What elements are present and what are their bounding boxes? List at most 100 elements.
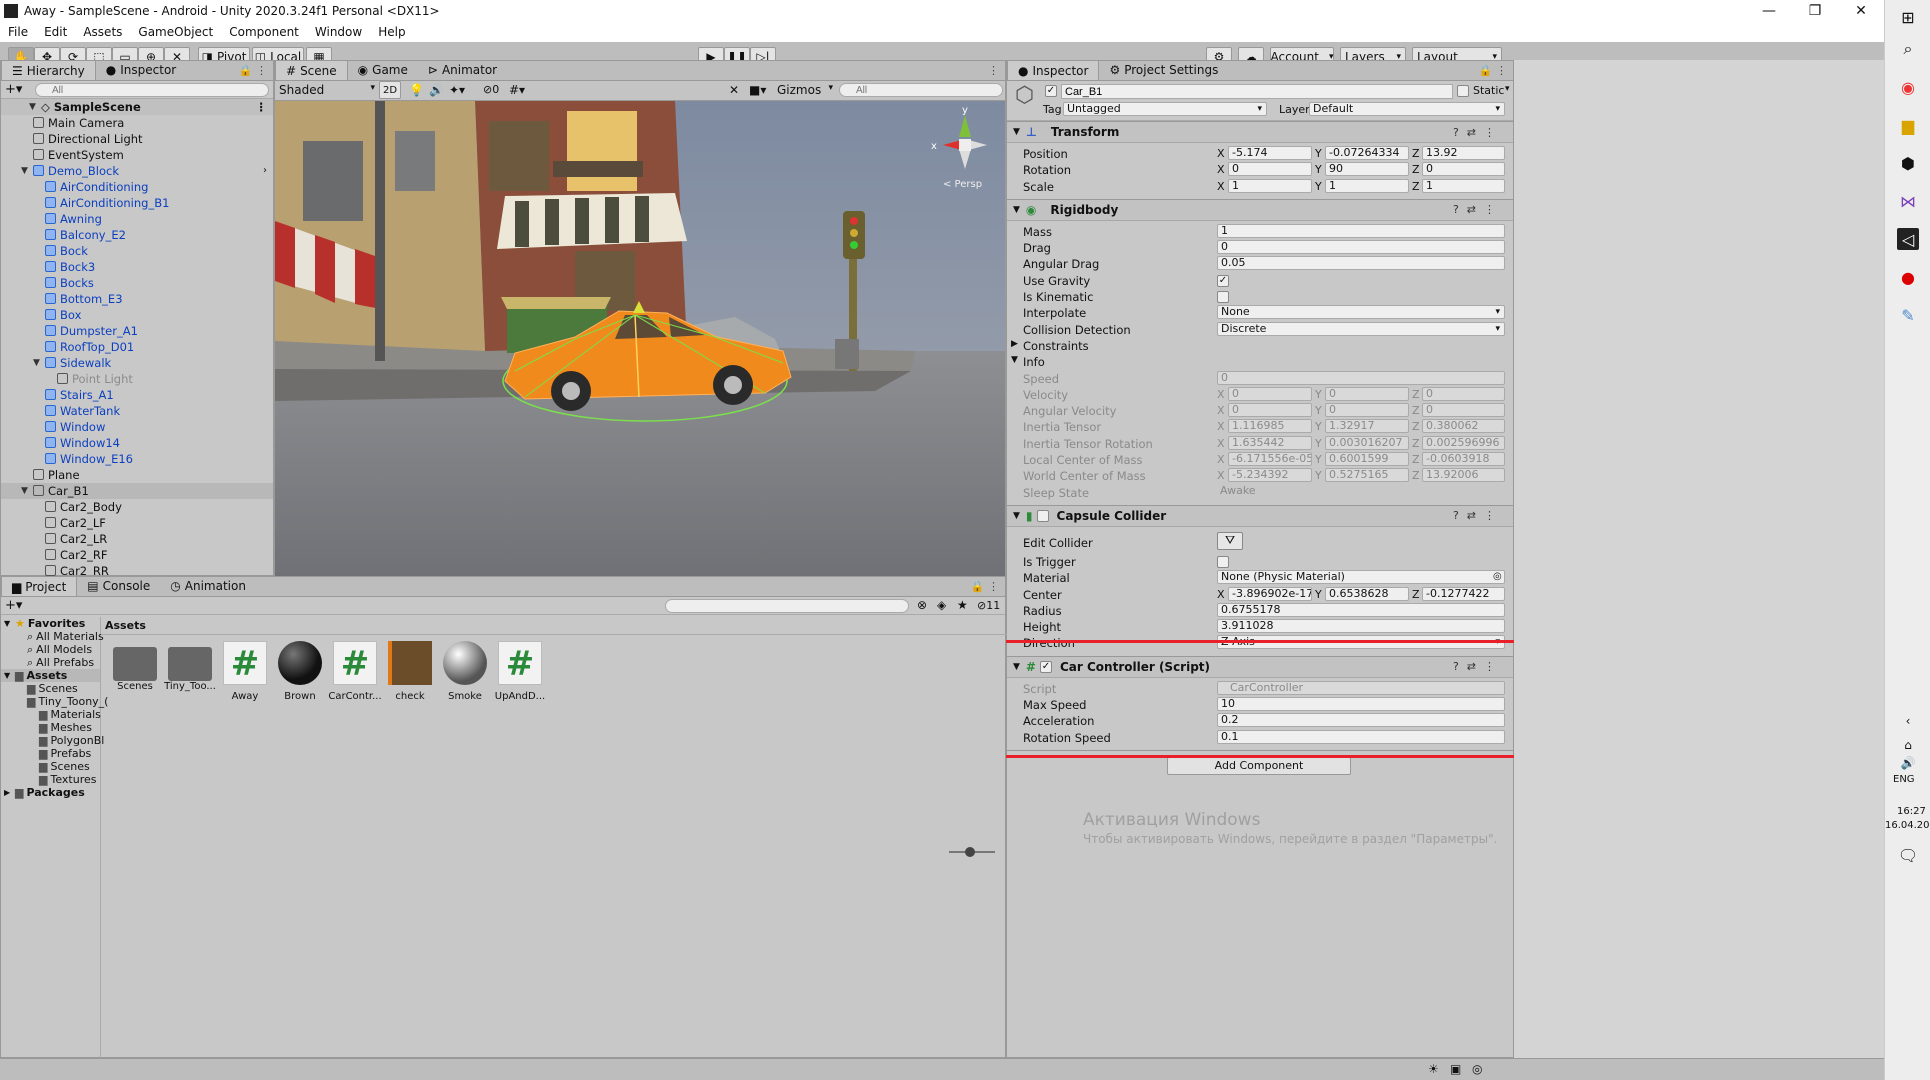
hierarchy-item[interactable]: EventSystem (1, 147, 273, 163)
unity-editor-icon[interactable]: ◁ (1897, 228, 1919, 250)
component-menu-icons[interactable]: ?⇄⋮ (1453, 203, 1503, 216)
tools-icon[interactable]: ✕ (729, 83, 739, 97)
hierarchy-item[interactable]: AirConditioning (1, 179, 273, 195)
project-tree-item[interactable]: ▆ PolygonBl (1, 734, 104, 747)
hierarchy-item[interactable]: Window_E16 (1, 451, 273, 467)
info-foldout[interactable]: ▼ Info (1007, 354, 1513, 370)
menu-component[interactable]: Component (221, 25, 307, 39)
scene-viewport[interactable]: y x < Persp (275, 101, 1005, 576)
capsule-collider-header[interactable]: ▼ ▮ Capsule Collider ?⇄⋮ (1007, 504, 1513, 527)
auto-generate-lighting-icon[interactable]: ☀ (1428, 1062, 1439, 1076)
hierarchy-item[interactable]: Bocks (1, 275, 273, 291)
static-dropdown-icon[interactable]: ▾ (1505, 84, 1510, 94)
record-icon[interactable]: ● (1897, 266, 1919, 288)
hierarchy-item[interactable]: Balcony_E2 (1, 227, 273, 243)
cache-server-icon[interactable]: ▣ (1450, 1062, 1461, 1076)
tab-project-settings[interactable]: ⚙ Project Settings (1099, 61, 1228, 80)
clock-time[interactable]: 16:27 (1897, 806, 1926, 817)
add-component-button[interactable]: Add Component (1167, 756, 1351, 775)
static-checkbox[interactable] (1457, 85, 1469, 97)
expand-arrow-icon[interactable]: ▼ (21, 163, 33, 179)
gizmos-dropdown[interactable]: Gizmos (777, 83, 833, 97)
center-y-field[interactable]: 0.6538628 (1325, 586, 1409, 601)
camera-icon[interactable]: ■▾ (749, 83, 766, 97)
asset-item[interactable]: Tiny_Too... (162, 641, 218, 692)
project-create-button[interactable]: +▾ (5, 598, 22, 613)
project-tree-item[interactable]: ▆ Tiny_Toony_( (1, 695, 108, 708)
hierarchy-item[interactable]: Plane (1, 467, 273, 483)
transform-z-field[interactable]: 0 (1422, 162, 1505, 177)
transform-header[interactable]: ▼ ⊥ Transform ?⇄⋮ (1007, 121, 1513, 143)
hierarchy-item[interactable]: Bock3 (1, 259, 273, 275)
tab-animator[interactable]: ⊳ Animator (418, 60, 507, 80)
menu-edit[interactable]: Edit (36, 25, 75, 39)
collision-detection-dropdown[interactable]: Discrete (1217, 321, 1505, 336)
transform-y-field[interactable]: 90 (1325, 162, 1409, 177)
menu-help[interactable]: Help (370, 25, 413, 39)
expand-arrow-icon[interactable]: ▼ (29, 99, 41, 115)
expand-arrow-icon[interactable]: ▼ (21, 483, 33, 499)
minimize-button[interactable]: — (1746, 0, 1792, 22)
menu-assets[interactable]: Assets (75, 25, 130, 39)
scene-menu-icon[interactable]: ⋮ (256, 99, 268, 115)
2d-toggle[interactable]: 2D (379, 81, 401, 99)
clock-date[interactable]: 16.04.2022 (1885, 820, 1930, 831)
tab-scene[interactable]: # Scene (275, 60, 348, 80)
tab-inspector-left[interactable]: ● Inspector (96, 60, 186, 80)
hierarchy-item[interactable]: Dumpster_A1 (1, 323, 273, 339)
transform-x-field[interactable]: 1 (1228, 178, 1312, 193)
rigidbody-header[interactable]: ▼ ◉ Rigidbody ?⇄⋮ (1007, 198, 1513, 221)
expand-arrow-icon[interactable]: ▼ (4, 617, 10, 630)
mass-field[interactable]: 1 (1217, 223, 1505, 238)
hierarchy-item[interactable]: Box (1, 307, 273, 323)
hierarchy-item[interactable]: Directional Light (1, 131, 273, 147)
hierarchy-item[interactable]: Car2_RF (1, 547, 273, 563)
zoom-slider-handle[interactable] (965, 847, 975, 857)
transform-x-field[interactable]: 0 (1228, 162, 1312, 177)
hidden-packages-toggle[interactable]: ⊘11 (977, 599, 1000, 612)
audio-icon[interactable]: 🔊 (429, 83, 444, 97)
project-tree-item[interactable]: ⌕ All Prefabs (1, 656, 100, 669)
asset-item[interactable]: # CarContr... (327, 641, 383, 702)
chevron-up-icon[interactable]: ‹ (1897, 710, 1919, 732)
project-tree-item[interactable]: ▆ Meshes (1, 721, 100, 734)
use-gravity-checkbox[interactable]: ✓ (1217, 274, 1229, 287)
tab-console[interactable]: ▤ Console (77, 576, 160, 596)
paint-icon[interactable]: ✎ (1897, 304, 1919, 326)
asset-item[interactable]: Smoke (437, 641, 493, 702)
project-tree-item[interactable]: ▆ Scenes (1, 760, 100, 773)
hierarchy-item[interactable]: RoofTop_D01 (1, 339, 273, 355)
notification-icon[interactable]: 🗨 (1897, 844, 1919, 866)
active-checkbox[interactable]: ✓ (1045, 85, 1057, 97)
constraints-foldout[interactable]: ▶ Constraints (1007, 338, 1513, 354)
expand-arrow-icon[interactable]: ▼ (33, 355, 45, 371)
project-tree-item[interactable]: ▼ ▆ Assets (1, 669, 100, 682)
drag-field[interactable]: 0 (1217, 240, 1505, 255)
hierarchy-item[interactable]: Window (1, 419, 273, 435)
effects-icon[interactable]: ✦▾ (449, 83, 465, 97)
asset-item[interactable]: check (382, 641, 438, 702)
angular-drag-field[interactable]: 0.05 (1217, 256, 1505, 271)
radius-field[interactable]: 0.6755178 (1217, 602, 1505, 617)
hierarchy-item[interactable]: Main Camera (1, 115, 273, 131)
hierarchy-item[interactable]: Awning (1, 211, 273, 227)
language-indicator[interactable]: ENG (1893, 774, 1915, 785)
transform-z-field[interactable]: 13.92 (1422, 146, 1505, 160)
unity-hub-icon[interactable]: ⬢ (1897, 152, 1919, 174)
scene-root-row[interactable]: ▼ ◇ SampleScene ⋮ (1, 99, 273, 115)
project-tree-item[interactable]: ▆ Materials (1, 708, 101, 721)
project-tree-item[interactable]: ▆ Scenes (1, 682, 100, 695)
height-field[interactable]: 3.911028 (1217, 619, 1505, 634)
asset-item[interactable]: Brown (272, 641, 328, 702)
search-icon[interactable]: ⌕ (1897, 38, 1919, 60)
hierarchy-item[interactable]: ▼ Sidewalk (1, 355, 273, 371)
shading-dropdown[interactable]: Shaded (279, 83, 375, 97)
project-tree-item[interactable]: ▆ Prefabs (1, 747, 100, 760)
tab-inspector[interactable]: ● Inspector (1007, 61, 1100, 80)
visual-studio-icon[interactable]: ⋈ (1897, 190, 1919, 212)
capsule-enabled-checkbox[interactable] (1036, 509, 1049, 522)
expand-arrow-icon[interactable]: ▶ (1011, 339, 1018, 349)
expand-arrow-icon[interactable]: ▼ (4, 669, 10, 682)
project-tree-item[interactable]: ▶ ▆ Packages (1, 786, 100, 799)
grid-icon[interactable]: #▾ (509, 83, 525, 97)
